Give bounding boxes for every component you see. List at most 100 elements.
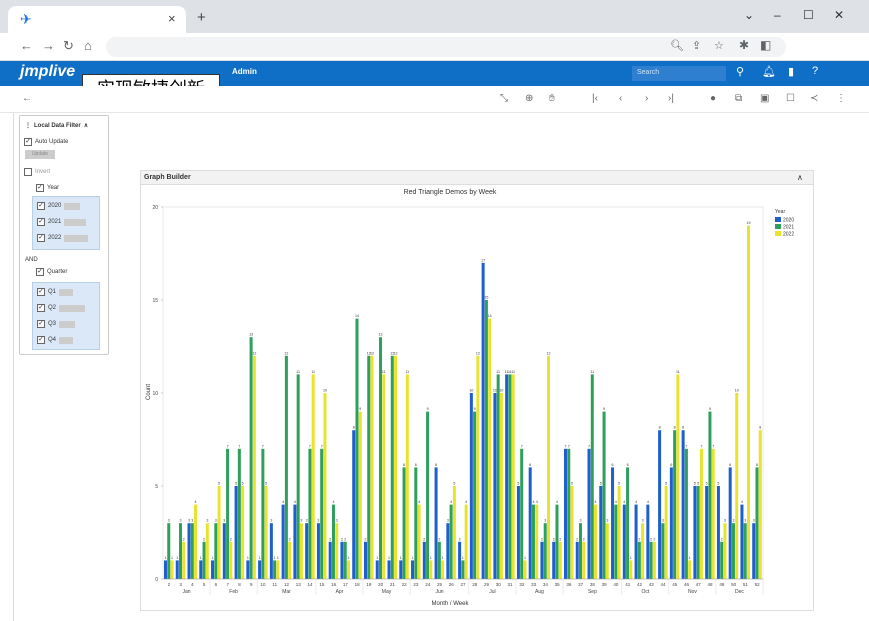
update-button[interactable]: Update (25, 150, 55, 159)
year-item-label: 2021 (48, 219, 62, 225)
bar-label: 8 (659, 426, 661, 430)
zoom-tool-icon[interactable]: ⊕ (525, 93, 533, 104)
bar-2022 (323, 393, 327, 579)
browser-tab-strip: ✈ × + ⌄ – ☐ ✕ (0, 0, 869, 33)
bar-2021 (649, 541, 653, 579)
bar-2022 (711, 448, 715, 579)
restore-button[interactable]: ☐ (803, 8, 814, 22)
share-icon[interactable]: ⇪ (692, 39, 701, 52)
checkbox-checked-icon[interactable]: ✓ (36, 268, 44, 276)
prev-page-icon[interactable]: ‹ (619, 93, 622, 104)
bar-2022 (382, 374, 386, 579)
bar-label: 2 (459, 537, 461, 541)
info-icon[interactable]: ● (710, 93, 716, 104)
bar-label: 4 (741, 500, 743, 504)
quarter-item[interactable]: ✓ Q4 (37, 336, 74, 344)
bar-2022 (264, 486, 268, 579)
bar-2021 (202, 541, 206, 579)
bar-2021 (743, 523, 747, 579)
quarter-filter-toggle[interactable]: ✓ Quarter (36, 268, 67, 276)
bar-label: 1 (689, 556, 691, 560)
year-item[interactable]: ✓ 2020 (37, 202, 81, 210)
quarter-item[interactable]: ✓ Q3 (37, 320, 76, 328)
search-input[interactable]: Search (632, 66, 726, 81)
url-input[interactable]: 🔍︎ ⇪ ☆ (106, 37, 786, 57)
bar-2021 (449, 504, 453, 579)
quarter-item[interactable]: ✓ Q1 (37, 288, 74, 296)
tab-search-icon[interactable]: ⌄ (744, 8, 754, 22)
year-item[interactable]: ✓ 2021 (37, 218, 87, 226)
bar-2022 (464, 504, 468, 579)
checkbox-checked-icon[interactable]: ✓ (24, 138, 32, 146)
bar-2022 (546, 355, 550, 579)
home-icon[interactable]: ⌂ (84, 38, 92, 53)
bookmark-icon[interactable]: ☐ (786, 93, 795, 104)
comment-icon[interactable]: ▣ (760, 93, 769, 104)
first-page-icon[interactable]: |‹ (592, 93, 598, 104)
and-label: AND (25, 257, 38, 263)
copy-icon[interactable]: ⧉ (735, 93, 742, 104)
collapse-icon[interactable]: ∧ (84, 122, 88, 129)
x-tick-label: 12 (284, 582, 290, 587)
year-filter-toggle[interactable]: ✓ Year (36, 184, 59, 192)
bar-2021 (296, 374, 300, 579)
bar-label: 5 (706, 482, 708, 486)
notification-bell-icon[interactable]: 🔔︎ (762, 65, 776, 78)
book-icon[interactable]: ▮ (788, 65, 794, 78)
bar-label: 6 (415, 463, 417, 467)
bar-2020 (646, 504, 650, 579)
bar-2020 (258, 560, 262, 579)
auto-update-checkbox[interactable]: ✓ Auto Update (24, 138, 68, 146)
bar-2020 (481, 262, 485, 579)
checkbox-checked-icon[interactable]: ✓ (36, 184, 44, 192)
close-window-button[interactable]: ✕ (834, 8, 844, 22)
bar-2022 (699, 448, 703, 579)
bar-2020 (634, 504, 638, 579)
search-icon[interactable]: ⚲ (736, 65, 744, 78)
bar-label: 12 (476, 351, 480, 355)
x-tick-label: 36 (566, 582, 572, 587)
quarter-item[interactable]: ✓ Q2 (37, 304, 86, 312)
hand-tool-icon[interactable]: ✋︎ (549, 93, 555, 104)
count-bar (59, 288, 74, 296)
select-tool-icon[interactable]: ⤡ (500, 93, 508, 104)
zoom-icon[interactable]: 🔍︎ (670, 39, 684, 52)
browser-tab[interactable]: ✈ × (8, 6, 186, 33)
graph-builder-header[interactable]: Graph Builder ∧ (141, 171, 813, 185)
filter-header[interactable]: ⋮ Local Data Filter ∧ (25, 122, 88, 130)
help-icon[interactable]: ? (812, 65, 818, 77)
next-page-icon[interactable]: › (645, 93, 648, 104)
bar-2022 (570, 486, 574, 579)
bar-label: 12 (252, 351, 256, 355)
extensions-icon[interactable]: ✱ (739, 38, 749, 52)
back-icon[interactable]: ← (20, 38, 33, 53)
menu-icon[interactable]: ⋮ (25, 122, 31, 129)
x-tick-label: 10 (260, 582, 266, 587)
more-menu-icon[interactable]: ⋮ (836, 93, 846, 104)
bar-label: 1 (247, 556, 249, 560)
year-item[interactable]: ✓ 2022 (37, 234, 89, 242)
bar-label: 2 (583, 537, 585, 541)
reload-icon[interactable]: ↻ (63, 38, 74, 54)
bar-2021 (226, 448, 230, 579)
collapse-icon[interactable]: ∧ (797, 173, 803, 182)
last-page-icon[interactable]: ›| (668, 93, 674, 104)
x-tick-label: 11 (272, 582, 277, 587)
tab-close-icon[interactable]: × (168, 11, 176, 26)
sidepanel-icon[interactable]: ◧ (760, 38, 771, 52)
forward-icon[interactable]: → (42, 38, 55, 53)
new-tab-button[interactable]: + (197, 9, 206, 26)
bar-label: 4 (532, 500, 534, 504)
invert-checkbox[interactable]: Invert (24, 168, 50, 176)
jmp-live-logo[interactable]: jmplive (20, 63, 75, 81)
bar-label: 4 (623, 500, 625, 504)
back-arrow-icon[interactable]: ← (22, 93, 32, 104)
share-icon[interactable]: ≺ (810, 93, 818, 104)
admin-link[interactable]: Admin (232, 67, 257, 76)
bookmark-star-icon[interactable]: ☆ (714, 39, 724, 52)
legend-label: 2021 (783, 225, 794, 231)
checkbox-icon[interactable] (24, 168, 32, 176)
x-tick-label: 5 (203, 582, 206, 587)
bar-label: 3 (168, 519, 170, 523)
minimize-button[interactable]: – (774, 8, 781, 22)
